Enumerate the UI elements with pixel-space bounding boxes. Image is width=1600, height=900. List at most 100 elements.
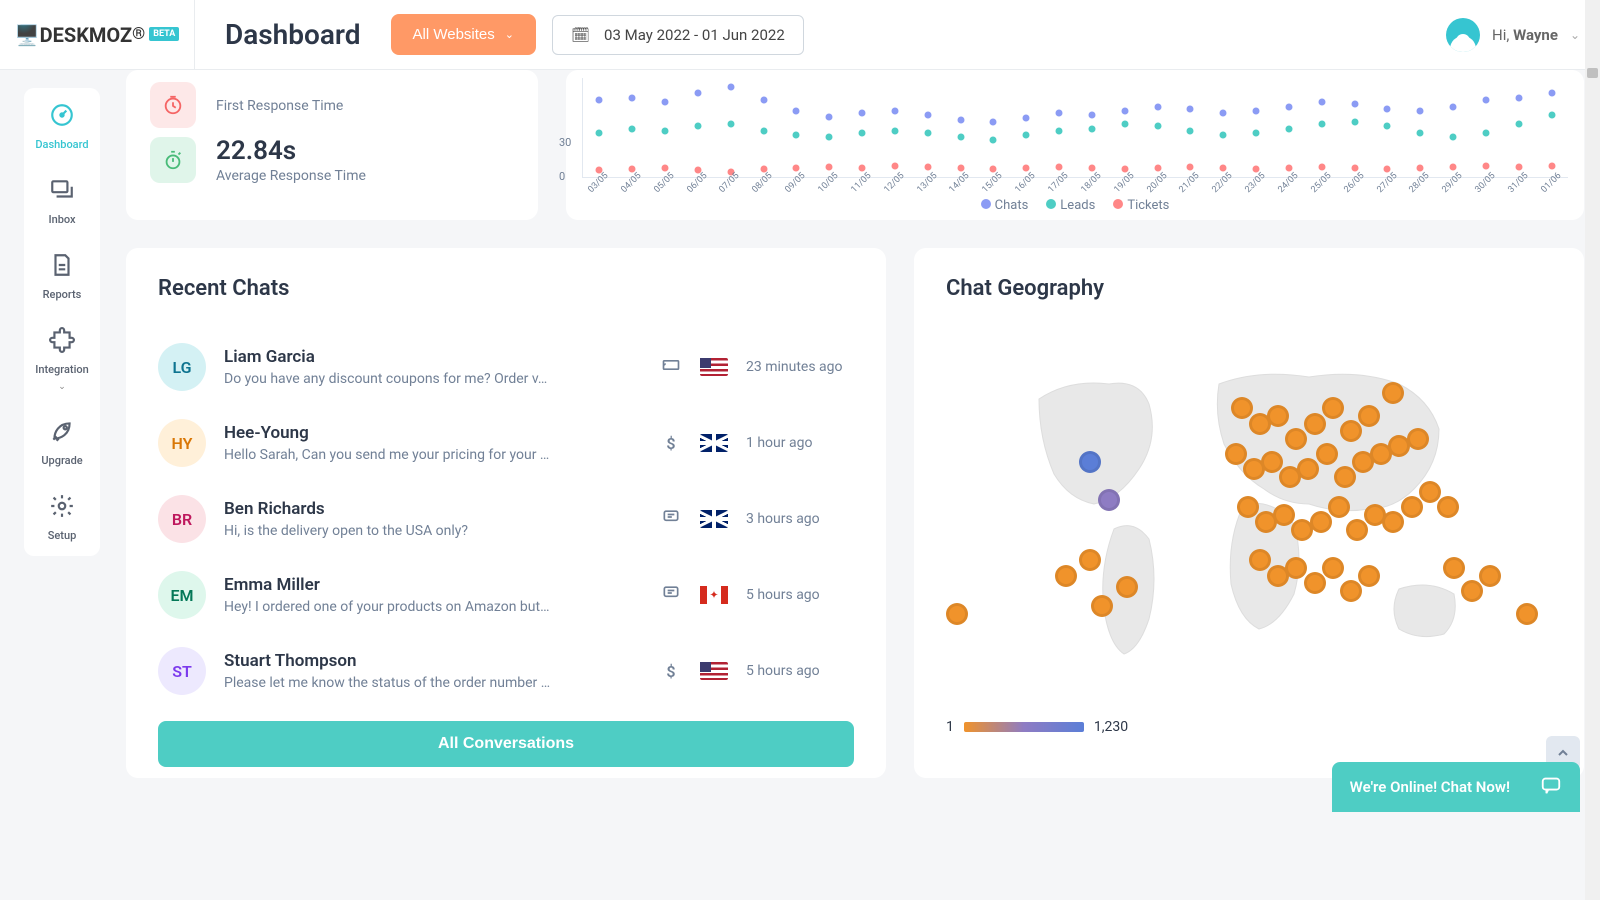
chat-type-icon [660,355,682,379]
logo-wrap[interactable]: 🖥️ DESKMOZ® BETA [0,0,195,70]
map-marker[interactable] [1479,565,1501,587]
stopwatch-icon [150,137,196,183]
map-marker[interactable] [1461,580,1483,602]
chevron-down-icon: ⌄ [505,28,514,41]
map-marker[interactable] [1401,496,1423,518]
map-marker[interactable] [1237,496,1259,518]
chat-name: Stuart Thompson [224,651,642,671]
avatar: LG [158,343,206,391]
map-marker[interactable] [1304,413,1326,435]
brand-name: DESKMOZ [40,23,133,47]
chat-time: 5 hours ago [746,663,854,679]
sidebar-item-setup[interactable]: Setup [24,493,100,542]
chat-time: 3 hours ago [746,511,854,527]
map-marker[interactable] [1285,428,1307,450]
map-marker[interactable] [1328,496,1350,518]
chat-bubble-icon [1540,774,1562,800]
chat-time: 23 minutes ago [746,359,854,375]
live-chat-widget[interactable]: We're Online! Chat Now! [1332,762,1580,812]
map-marker[interactable] [1358,405,1380,427]
chat-list: LG Liam Garcia Do you have any discount co… [158,329,854,709]
chat-preview: Please let me know the status of the ord… [224,675,554,691]
chat-name: Ben Richards [224,499,642,519]
map-marker[interactable] [1225,443,1247,465]
map-marker[interactable] [1079,451,1101,473]
chat-row[interactable]: EM Emma Miller Hey! I ordered one of your … [158,557,854,633]
chat-type-icon: $ [660,662,682,681]
map-marker[interactable] [1358,565,1380,587]
all-websites-dropdown[interactable]: All Websites ⌄ [391,14,536,55]
chat-type-icon [660,583,682,607]
chat-name: Emma Miller [224,575,642,595]
user-menu[interactable]: Hi, Wayne ⌄ [1446,18,1580,52]
chat-row[interactable]: LG Liam Garcia Do you have any discount co… [158,329,854,405]
map-marker[interactable] [1516,603,1538,625]
sidebar-item-dashboard[interactable]: Dashboard [24,102,100,151]
chevron-down-icon: ⌄ [1570,28,1580,42]
date-range-picker[interactable]: 🗓 03 May 2022 - 01 Jun 2022 [552,15,804,55]
chat-type-icon [660,507,682,531]
sidebar-item-reports[interactable]: Reports [24,252,100,301]
map-marker[interactable] [1437,496,1459,518]
map-marker[interactable] [1407,428,1429,450]
chat-preview: Hi, is the delivery open to the USA only… [224,523,554,539]
greeting: Hi, Wayne [1492,26,1558,44]
chat-name: Liam Garcia [224,347,642,367]
chat-row[interactable]: BR Ben Richards Hi, is the delivery open t… [158,481,854,557]
map-marker[interactable] [1316,443,1338,465]
map-marker[interactable] [1304,572,1326,594]
map-marker[interactable] [1055,565,1077,587]
flag-icon: ✦ [700,586,728,604]
sidebar-item-integration[interactable]: Integration ⌄ [24,327,100,392]
avatar: EM [158,571,206,619]
sidebar-item-upgrade[interactable]: Upgrade [24,418,100,467]
gear-icon [49,493,75,525]
all-conversations-button[interactable]: All Conversations [158,721,854,767]
chat-time: 1 hour ago [746,435,854,451]
avatar [1446,18,1480,52]
chat-type-icon: $ [660,434,682,453]
geo-legend: 1 1,230 [946,719,1552,735]
map-marker[interactable] [1322,397,1344,419]
map-marker[interactable] [1419,481,1441,503]
map-marker[interactable] [946,603,968,625]
map-marker[interactable] [1334,466,1356,488]
map-marker[interactable] [1322,557,1344,579]
beta-badge: BETA [149,27,179,41]
chat-time: 5 hours ago [746,587,854,603]
brand-logo: 🖥️ DESKMOZ® BETA [15,23,180,47]
file-icon [49,252,75,284]
flag-icon [700,358,728,376]
sidebar: Dashboard Inbox Reports Integration ⌄ Up… [24,88,100,556]
avatar: BR [158,495,206,543]
chat-icon [49,177,75,209]
map-marker[interactable] [1346,519,1368,541]
map-marker[interactable] [1310,511,1332,533]
map-marker[interactable] [1443,557,1465,579]
chat-preview: Hello Sarah, Can you send me your pricin… [224,447,554,463]
avatar: HY [158,419,206,467]
logo-icon: 🖥️ [15,23,40,47]
chat-row[interactable]: HY Hee-Young Hello Sarah, Can you send me … [158,405,854,481]
chat-row[interactable]: ST Stuart Thompson Please let me know the … [158,633,854,709]
chat-name: Hee-Young [224,423,642,443]
map-marker[interactable] [1116,576,1138,598]
map-marker[interactable] [1340,580,1362,602]
map-marker[interactable] [1267,405,1289,427]
sidebar-item-inbox[interactable]: Inbox [24,177,100,226]
chat-preview: Do you have any discount coupons for me?… [224,371,554,387]
scrollbar[interactable] [1585,0,1600,900]
map-marker[interactable] [1273,504,1295,526]
clock-icon [150,82,196,128]
chat-preview: Hey! I ordered one of your products on A… [224,599,554,615]
world-map[interactable] [946,329,1552,709]
world-outline [946,329,1552,709]
chevron-down-icon: ⌄ [58,382,66,392]
recent-chats-title: Recent Chats [158,276,854,301]
map-marker[interactable] [1098,489,1120,511]
avatar: ST [158,647,206,695]
map-marker[interactable] [1261,451,1283,473]
map-marker[interactable] [1340,420,1362,442]
page-title: Dashboard [225,18,361,51]
rocket-icon [49,418,75,450]
